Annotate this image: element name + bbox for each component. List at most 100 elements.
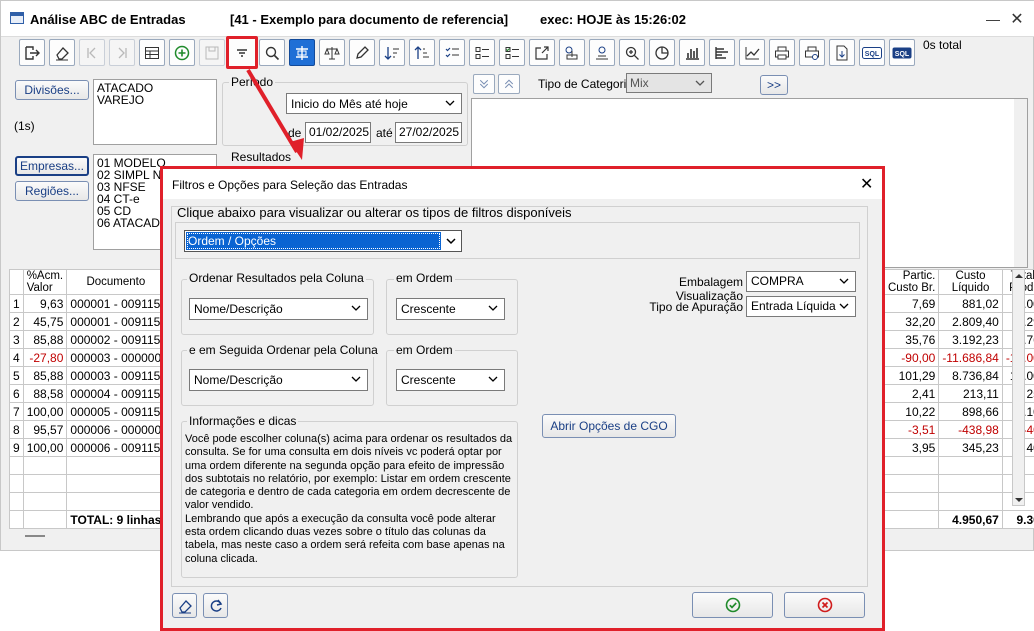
window-title: Análise ABC de Entradas (30, 12, 186, 27)
total-prod: 9.30 (1001, 510, 1034, 529)
ate-label: até (376, 126, 393, 140)
resultados-label: Resultados (231, 150, 292, 164)
table-row[interactable]: 8 95,57 000006 - 000000 (9, 420, 166, 439)
table-row[interactable]: 5 85,88 000003 - 009115 (9, 366, 166, 385)
document-title: [41 - Exemplo para documento de referenc… (230, 12, 509, 27)
order2-select[interactable]: Nome/Descrição (189, 369, 368, 391)
apuracao-select[interactable]: Entrada Líquida (746, 296, 856, 317)
order2-dir-label: em Ordem (394, 343, 455, 357)
filter-type-select[interactable]: Ordem / Opções (184, 230, 462, 252)
export-icon[interactable] (529, 39, 555, 66)
table-icon[interactable] (139, 39, 165, 66)
document-icon[interactable] (829, 39, 855, 66)
balance-icon[interactable] (319, 39, 345, 66)
eraser-icon[interactable] (49, 39, 75, 66)
results-grid-left: %Acm. Valor Documento 1 9,63 000001 - 0091… (9, 269, 166, 529)
table-row[interactable]: 6 88,58 000004 - 009115 (9, 384, 166, 403)
grid-header[interactable] (9, 269, 24, 295)
sort-desc-icon[interactable] (379, 39, 405, 66)
hbar-chart-icon[interactable] (709, 39, 735, 66)
grid-header[interactable]: Partic. Custo Br. (883, 269, 940, 295)
cancel-button[interactable] (784, 592, 865, 618)
grid-scrollbar[interactable] (1012, 269, 1025, 506)
grid-header[interactable]: %Acm. Valor (22, 269, 68, 295)
zoom-icon[interactable] (619, 39, 645, 66)
pie-chart-icon[interactable] (649, 39, 675, 66)
divisoes-list[interactable]: ATACADO VAREJO (93, 79, 217, 145)
table-row[interactable]: 2 45,75 000001 - 009115 (9, 312, 166, 331)
list-options-icon[interactable] (469, 39, 495, 66)
table-row[interactable]: 3 85,88 000002 - 009115 (9, 330, 166, 349)
minimize-icon[interactable]: — (983, 11, 1003, 27)
de-label: de (288, 126, 302, 140)
execute-query-icon[interactable] (289, 39, 315, 66)
cgo-options-button[interactable]: Abrir Opções de CGO (542, 414, 676, 438)
import-icon[interactable] (559, 39, 585, 66)
next-button[interactable]: >> (760, 75, 788, 95)
embalagem-select[interactable]: COMPRA (746, 271, 856, 292)
close-icon[interactable]: ✕ (860, 174, 873, 194)
last-record-icon[interactable] (109, 39, 135, 66)
date-to-input[interactable]: 27/02/2025 (395, 122, 462, 143)
splitter-handle[interactable] (25, 535, 45, 537)
list-item[interactable]: VAREJO (97, 94, 213, 106)
empresas-button[interactable]: Empresas... (15, 156, 89, 176)
scroll-down-icon[interactable] (1014, 496, 1024, 504)
periodo-label: Período (229, 75, 276, 89)
collapse-down-icon[interactable] (473, 74, 495, 94)
table-row[interactable]: 7 100,00 000005 - 009115 (9, 402, 166, 421)
total-label: TOTAL: 9 linhas (66, 510, 166, 529)
status-count: 0s total (923, 38, 962, 52)
checklist-icon[interactable] (439, 39, 465, 66)
add-icon[interactable] (169, 39, 195, 66)
save-icon[interactable] (199, 39, 225, 66)
table-row[interactable]: 9 100,00 000006 - 009115 (9, 438, 166, 457)
divisoes-button[interactable]: Divisões... (15, 80, 89, 100)
line-chart-icon[interactable] (739, 39, 765, 66)
regioes-button[interactable]: Regiões... (15, 181, 89, 201)
filter-icon[interactable] (226, 36, 258, 69)
order1-dir-label: em Ordem (394, 271, 455, 285)
print-icon[interactable] (769, 39, 795, 66)
order1-select[interactable]: Nome/Descrição (189, 298, 368, 320)
info-label: Informações e dicas (187, 414, 299, 428)
collapse-up-icon[interactable] (498, 74, 520, 94)
check-icon (725, 597, 740, 613)
sort-asc-icon[interactable] (409, 39, 435, 66)
grid-header[interactable]: Custo Líquido (938, 269, 1003, 295)
svg-text:SQL: SQL (865, 51, 880, 58)
check-list-icon[interactable] (499, 39, 525, 66)
app-icon (10, 12, 24, 24)
table-row[interactable]: 4 -27,80 000003 - 000000 (9, 348, 166, 367)
sql-icon[interactable]: SQL (859, 39, 885, 66)
print-preview-icon[interactable] (799, 39, 825, 66)
order2-dir-select[interactable]: Crescente (396, 369, 505, 391)
close-window-icon[interactable]: ✕ (1007, 9, 1027, 29)
tipo-categoria-select[interactable]: Mix (626, 73, 712, 93)
table-row[interactable]: 1 9,63 000001 - 009115 (9, 294, 166, 313)
category-scrollbar[interactable] (1014, 99, 1027, 267)
cancel-icon (817, 597, 832, 613)
date-from-input[interactable]: 01/02/2025 (305, 122, 371, 143)
filter-dialog: Filtros e Opções para Seleção das Entrad… (160, 166, 885, 631)
search-icon[interactable] (259, 39, 285, 66)
exec-time: exec: HOJE às 15:26:02 (540, 12, 686, 27)
periodo-select[interactable]: Inicio do Mês até hoje (286, 93, 462, 114)
exit-icon[interactable] (19, 39, 45, 66)
bar-chart-icon[interactable] (679, 39, 705, 66)
dialog-title: Filtros e Opções para Seleção das Entrad… (172, 178, 408, 192)
refresh-icon[interactable] (203, 593, 228, 618)
order1-dir-select[interactable]: Crescente (396, 298, 505, 320)
clear-icon[interactable] (172, 593, 197, 618)
timer-label: (1s) (14, 119, 35, 133)
grid-header[interactable]: Documento (66, 269, 166, 295)
users-icon[interactable] (589, 39, 615, 66)
first-record-icon[interactable] (79, 39, 105, 66)
ok-button[interactable] (692, 592, 773, 618)
scroll-up-icon[interactable] (1014, 272, 1024, 280)
svg-text:SQL: SQL (895, 51, 910, 58)
dialog-intro: Clique abaixo para visualizar ou alterar… (177, 205, 572, 220)
edit-icon[interactable] (349, 39, 375, 66)
embalagem-label: Embalagem Visualização (675, 275, 743, 303)
sql-export-icon[interactable]: SQL (889, 39, 915, 66)
